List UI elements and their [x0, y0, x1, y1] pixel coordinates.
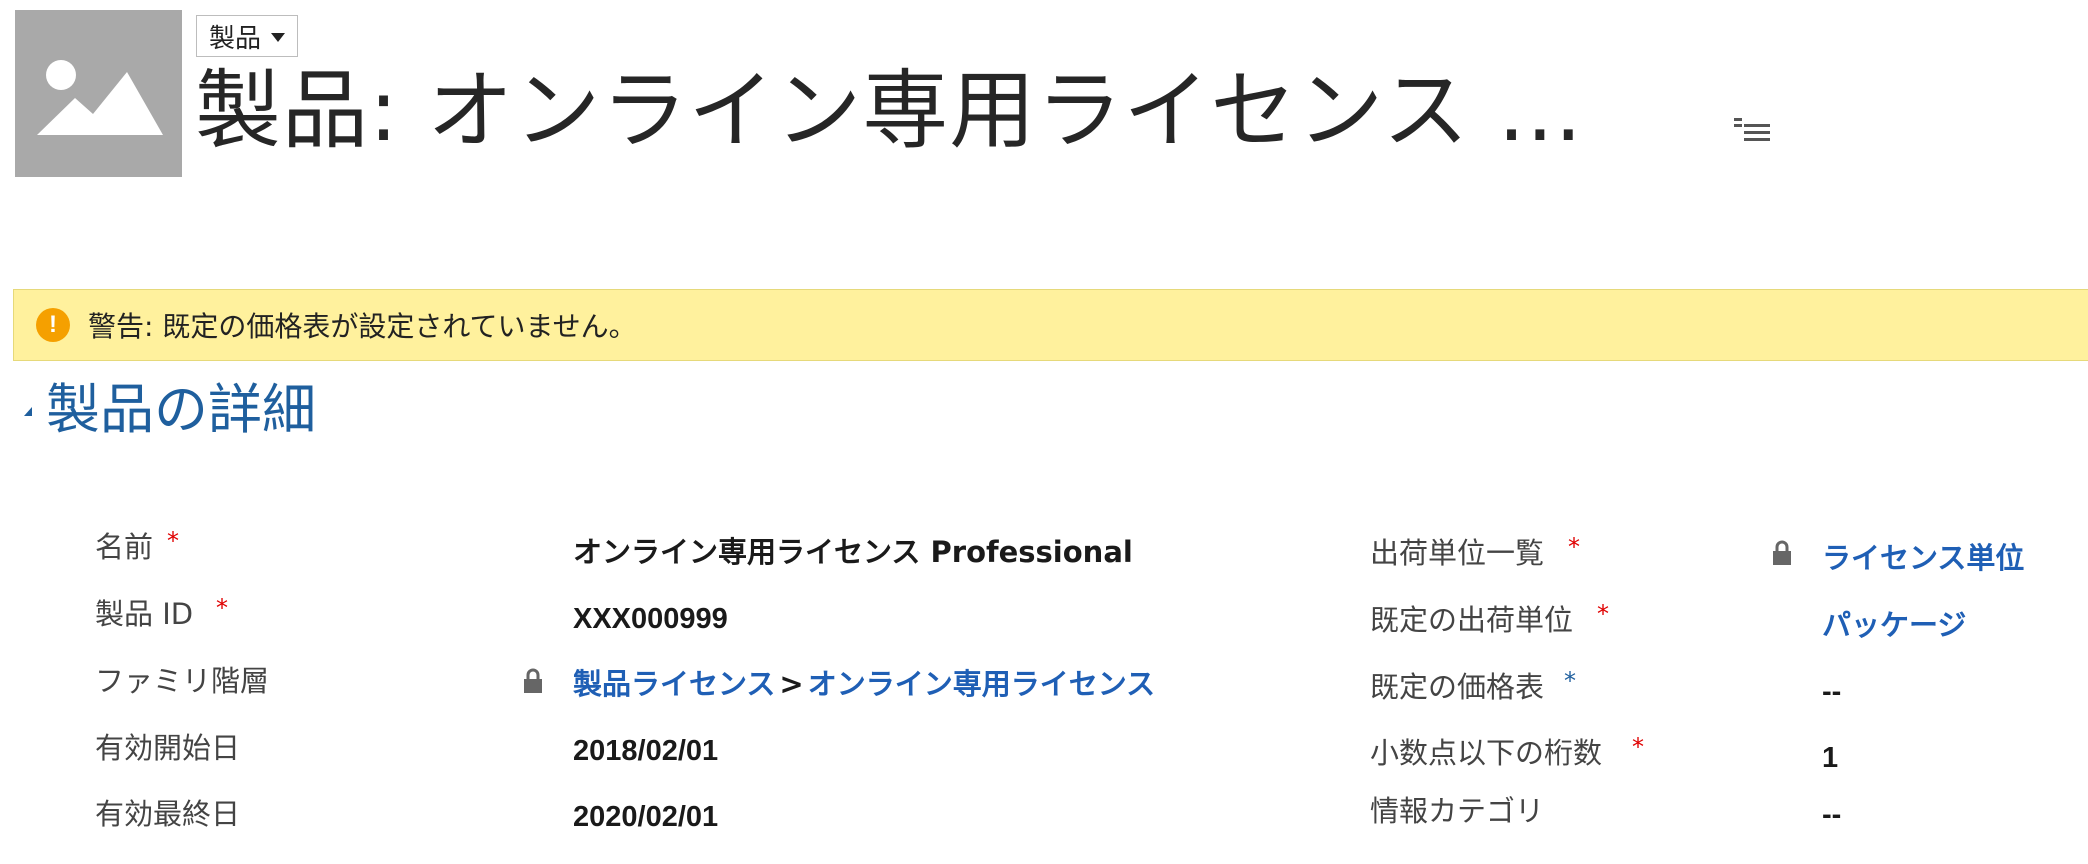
field-label-valid-to: 有効最終日: [95, 797, 241, 831]
field-label-default-price-list: 既定の価格表: [1370, 670, 1545, 704]
field-label-valid-from: 有効開始日: [95, 731, 241, 765]
field-value-valid-from[interactable]: 2018/02/01: [573, 731, 718, 771]
section-title: 製品の詳細: [46, 377, 316, 441]
field-value-info-category[interactable]: --: [1822, 795, 1841, 835]
required-indicator: *: [167, 527, 179, 555]
required-indicator: *: [1568, 533, 1580, 561]
field-value-default-unit[interactable]: パッケージ: [1822, 605, 1966, 645]
chevron-down-icon: [271, 32, 286, 42]
warning-icon: !: [36, 308, 70, 342]
field-value-decimals[interactable]: 1: [1822, 738, 1838, 778]
field-value-family-hierarchy: 製品ライセンス > オンライン専用ライセンス: [573, 664, 1155, 704]
entity-picker[interactable]: 製品: [196, 15, 299, 57]
product-form-page: 製品 製品: オンライン専用ライセンス ... ! 警告: 既定の価格表が設定さ…: [0, 0, 2088, 864]
recommended-indicator: *: [1564, 667, 1576, 695]
field-value-name[interactable]: オンライン専用ライセンス Professional: [573, 532, 1133, 572]
menu-icon[interactable]: [1730, 116, 1774, 146]
field-label-default-unit: 既定の出荷単位: [1370, 603, 1574, 637]
family-link-child[interactable]: オンライン専用ライセンス: [808, 667, 1155, 701]
field-label-info-category: 情報カテゴリ: [1370, 794, 1545, 828]
section-header[interactable]: 製品の詳細: [24, 366, 316, 442]
required-indicator: *: [216, 594, 228, 622]
field-label-decimals: 小数点以下の桁数: [1370, 736, 1603, 770]
field-label-name: 名前: [95, 530, 154, 564]
field-label-unit-group: 出荷単位一覧: [1370, 536, 1545, 570]
field-value-unit-group[interactable]: ライセンス単位: [1822, 538, 2024, 578]
family-link-parent[interactable]: 製品ライセンス: [573, 667, 775, 701]
entity-picker-label: 製品: [209, 23, 262, 54]
field-label-family-hierarchy: ファミリ階層: [95, 664, 270, 698]
lock-icon: [1773, 540, 1791, 565]
field-value-default-price-list[interactable]: --: [1822, 672, 1841, 712]
field-label-product-id: 製品 ID: [95, 597, 194, 631]
required-indicator: *: [1632, 733, 1644, 761]
field-value-valid-to[interactable]: 2020/02/01: [573, 797, 718, 837]
warning-banner: ! 警告: 既定の価格表が設定されていません。: [13, 289, 2088, 361]
image-placeholder-icon[interactable]: [15, 10, 182, 177]
page-title: 製品: オンライン専用ライセンス ...: [195, 61, 1583, 161]
breadcrumb-separator: >: [779, 667, 804, 701]
collapse-triangle-icon[interactable]: [24, 406, 32, 416]
lock-icon: [524, 668, 542, 693]
field-value-product-id[interactable]: XXX000999: [573, 599, 728, 639]
required-indicator: *: [1597, 600, 1609, 628]
warning-text: 警告: 既定の価格表が設定されていません。: [88, 310, 637, 343]
